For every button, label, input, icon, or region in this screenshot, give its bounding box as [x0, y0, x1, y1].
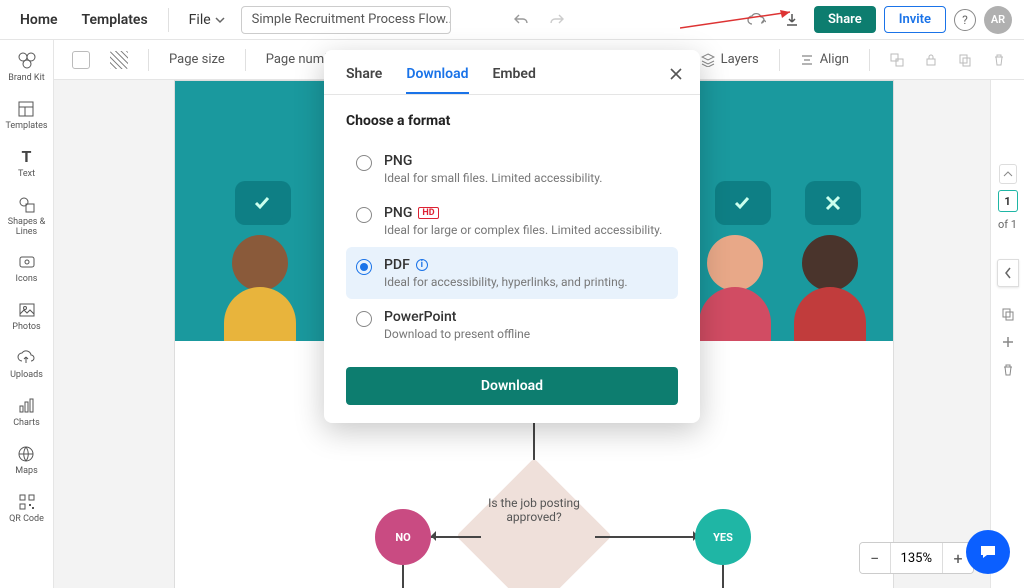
- share-button[interactable]: Share: [814, 6, 876, 33]
- download-button[interactable]: [778, 6, 806, 34]
- nav-home[interactable]: Home: [12, 6, 66, 34]
- modal-body: Choose a format PNGIdeal for small files…: [324, 95, 700, 351]
- modal-overlay: Share Download Embed Choose a format PNG…: [0, 40, 1024, 588]
- format-option-png-hd[interactable]: PNGHDIdeal for large or complex files. L…: [346, 195, 678, 247]
- format-option-powerpoint[interactable]: PowerPointDownload to present offline: [346, 299, 678, 351]
- download-modal: Share Download Embed Choose a format PNG…: [324, 50, 700, 423]
- chevron-down-icon: [215, 15, 225, 25]
- file-menu[interactable]: File: [181, 8, 233, 32]
- info-icon[interactable]: i: [416, 259, 428, 271]
- hd-badge: HD: [418, 207, 438, 219]
- close-icon: [669, 67, 683, 81]
- format-option-png[interactable]: PNGIdeal for small files. Limited access…: [346, 143, 678, 195]
- tab-share[interactable]: Share: [346, 66, 382, 94]
- cloud-sync-icon[interactable]: [742, 6, 770, 34]
- tab-embed[interactable]: Embed: [493, 66, 536, 94]
- modal-heading: Choose a format: [346, 113, 678, 129]
- format-option-pdf[interactable]: PDFiIdeal for accessibility, hyperlinks,…: [346, 247, 678, 299]
- redo-button[interactable]: [543, 6, 571, 34]
- tab-download[interactable]: Download: [406, 66, 468, 94]
- document-title-input[interactable]: Simple Recruitment Process Flow...: [241, 6, 451, 34]
- radio-pdf[interactable]: [356, 259, 372, 275]
- invite-button[interactable]: Invite: [884, 6, 946, 33]
- radio-powerpoint[interactable]: [356, 311, 372, 327]
- divider: [168, 8, 169, 32]
- help-button[interactable]: ?: [954, 9, 976, 31]
- modal-close-button[interactable]: [666, 64, 686, 84]
- undo-button[interactable]: [507, 6, 535, 34]
- download-confirm-button[interactable]: Download: [346, 367, 678, 405]
- radio-png[interactable]: [356, 155, 372, 171]
- file-label: File: [189, 12, 211, 28]
- user-avatar[interactable]: AR: [984, 6, 1012, 34]
- radio-png-hd[interactable]: [356, 207, 372, 223]
- modal-tabs: Share Download Embed: [324, 50, 700, 95]
- nav-templates[interactable]: Templates: [74, 6, 156, 34]
- top-bar: Home Templates File Simple Recruitment P…: [0, 0, 1024, 40]
